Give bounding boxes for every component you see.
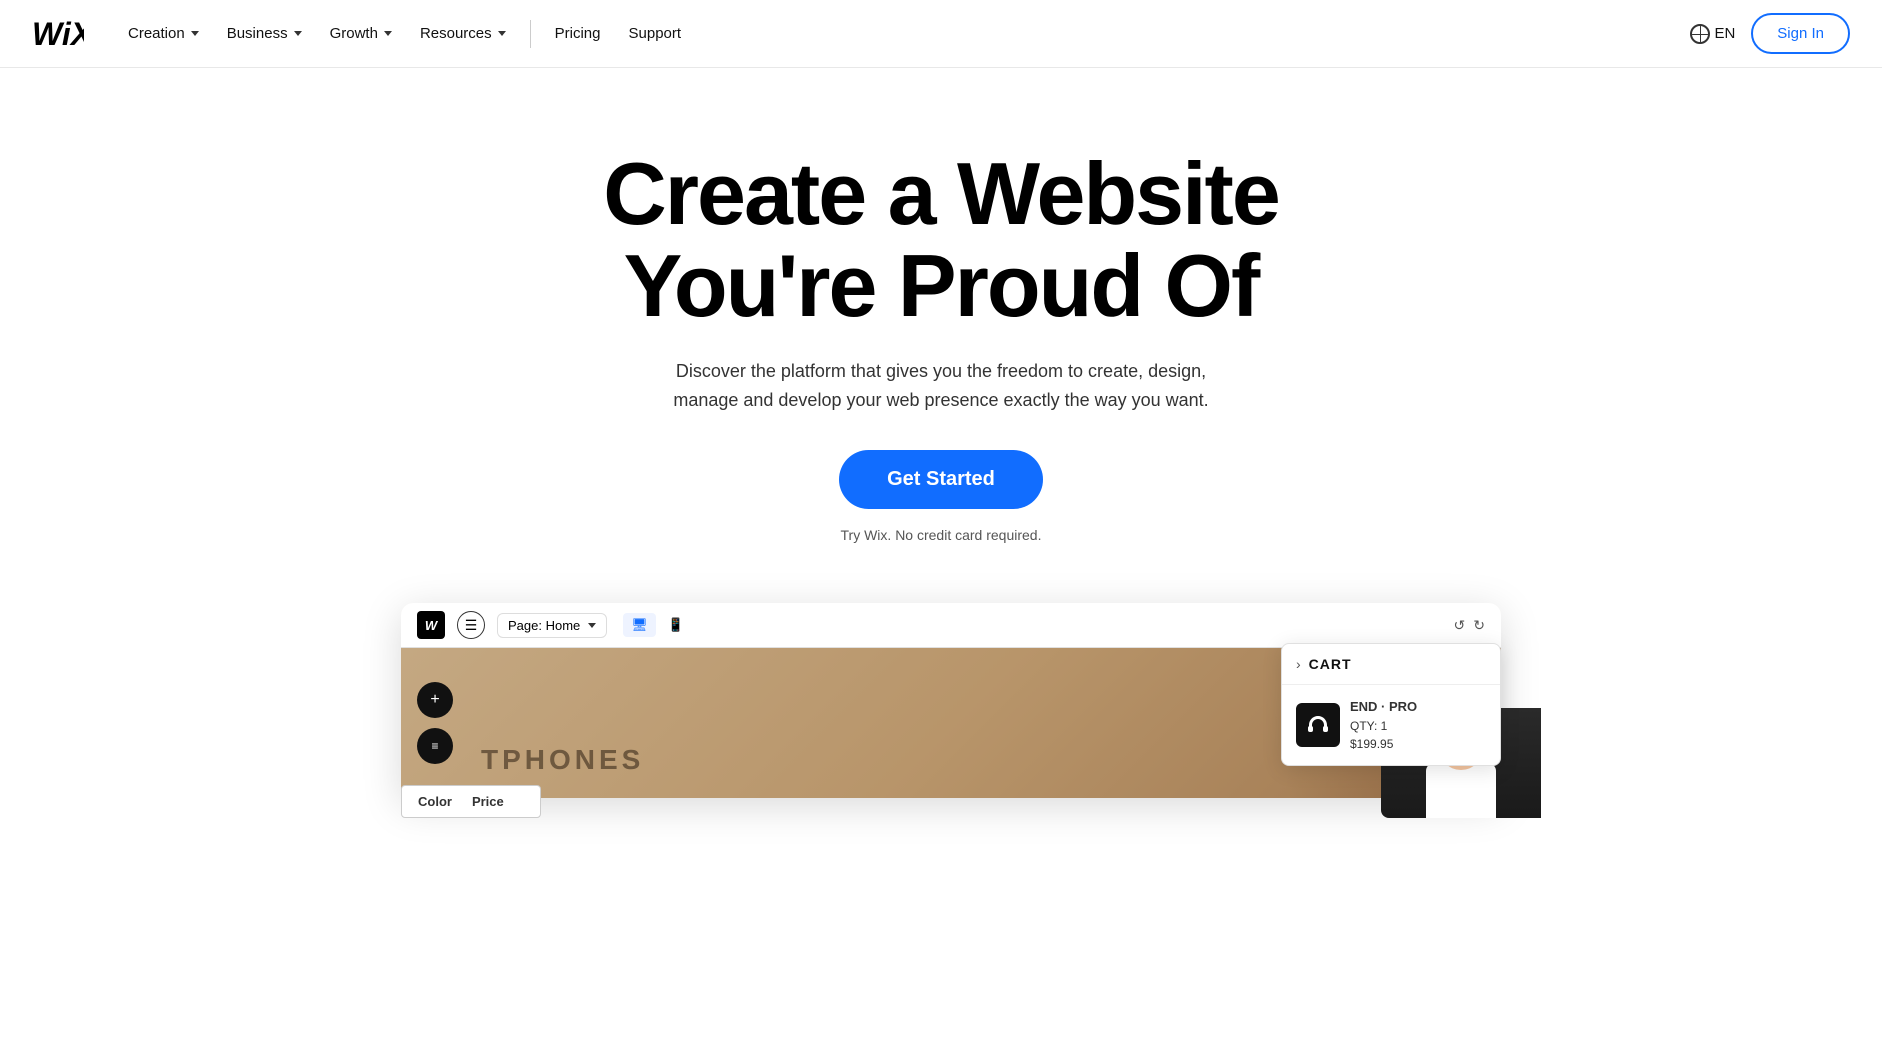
cart-item-qty: QTY: 1 bbox=[1350, 717, 1417, 735]
nav-item-growth[interactable]: Growth bbox=[318, 17, 404, 50]
get-started-button[interactable]: Get Started bbox=[839, 450, 1043, 509]
hero-note: Try Wix. No credit card required. bbox=[841, 527, 1042, 543]
svg-text:WiX: WiX bbox=[32, 19, 84, 49]
cart-item-name: END · PRO bbox=[1350, 697, 1417, 717]
color-price-data-table: Color Price bbox=[418, 792, 524, 811]
cart-expand-button[interactable]: › bbox=[1296, 656, 1301, 672]
undo-button[interactable]: ↺ bbox=[1454, 617, 1466, 634]
cart-panel: › CART END · PRO QTY: 1 $199.95 bbox=[1281, 643, 1501, 766]
chevron-down-icon bbox=[384, 31, 392, 36]
logo[interactable]: WiX bbox=[32, 19, 84, 49]
nav-item-resources[interactable]: Resources bbox=[408, 17, 518, 50]
chevron-down-icon bbox=[191, 31, 199, 36]
globe-icon bbox=[1690, 24, 1710, 44]
chevron-down-icon bbox=[588, 623, 596, 628]
price-column-header: Price bbox=[472, 792, 524, 811]
color-price-table: Color Price bbox=[401, 785, 541, 818]
mobile-device-button[interactable]: 📱 bbox=[660, 613, 692, 637]
cart-title: CART bbox=[1309, 656, 1352, 672]
editor-wix-logo: W bbox=[417, 611, 445, 639]
editor-device-buttons: 🖥 📱 bbox=[623, 613, 692, 637]
person-body bbox=[1426, 763, 1496, 818]
desktop-device-button[interactable]: 🖥 bbox=[623, 613, 656, 637]
nav-item-support[interactable]: Support bbox=[617, 17, 694, 50]
hero-section: Create a Website You're Proud Of Discove… bbox=[0, 68, 1882, 603]
language-selector[interactable]: EN bbox=[1690, 24, 1735, 44]
editor-undo-redo: ↺ ↻ bbox=[1454, 617, 1485, 634]
cart-header: › CART bbox=[1282, 644, 1500, 685]
cart-item-price: $199.95 bbox=[1350, 735, 1417, 753]
editor-canvas-brand-text: TPHONES bbox=[481, 744, 644, 786]
cart-item-info: END · PRO QTY: 1 $199.95 bbox=[1350, 697, 1417, 753]
nav-item-pricing[interactable]: Pricing bbox=[543, 17, 613, 50]
chevron-down-icon bbox=[498, 31, 506, 36]
layers-tool-button[interactable]: ≡ bbox=[417, 728, 453, 764]
editor-left-tools: + ≡ bbox=[417, 648, 453, 798]
hero-subtitle: Discover the platform that gives you the… bbox=[641, 357, 1241, 415]
redo-button[interactable]: ↻ bbox=[1473, 617, 1485, 634]
add-tool-button[interactable]: + bbox=[417, 682, 453, 718]
nav-item-business[interactable]: Business bbox=[215, 17, 314, 50]
nav-links: Creation Business Growth Resources Prici… bbox=[116, 17, 1690, 50]
cart-item-image bbox=[1296, 703, 1340, 747]
nav-divider bbox=[530, 20, 531, 48]
editor-preview-section: W ☰ Page: Home 🖥 📱 ↺ ↻ + ≡ TPHONES bbox=[341, 603, 1541, 798]
editor-menu-icon[interactable]: ☰ bbox=[457, 611, 485, 639]
color-column-header: Color bbox=[418, 792, 472, 811]
navbar: WiX Creation Business Growth Resources P… bbox=[0, 0, 1882, 68]
signin-button[interactable]: Sign In bbox=[1751, 13, 1850, 54]
nav-right: EN Sign In bbox=[1690, 13, 1850, 54]
editor-page-select[interactable]: Page: Home bbox=[497, 613, 607, 638]
hero-title: Create a Website You're Proud Of bbox=[491, 148, 1391, 333]
cart-item: END · PRO QTY: 1 $199.95 bbox=[1282, 685, 1500, 765]
nav-item-creation[interactable]: Creation bbox=[116, 17, 211, 50]
chevron-down-icon bbox=[294, 31, 302, 36]
